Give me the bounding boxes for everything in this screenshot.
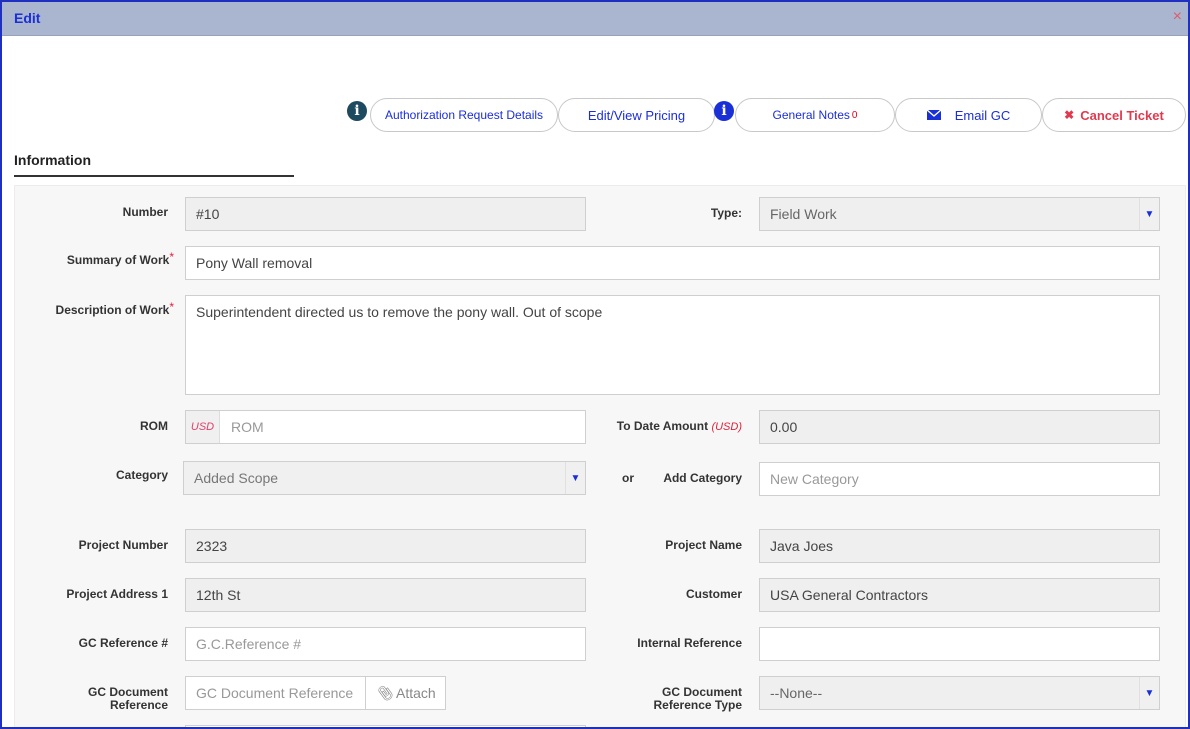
rom-label: ROM (140, 419, 168, 433)
chevron-down-icon: ▼ (1139, 198, 1159, 230)
close-icon[interactable]: × (1173, 8, 1182, 26)
dialog-titlebar: Edit × (2, 2, 1188, 36)
edit-dialog: Edit × i Authorization Request Details E… (0, 0, 1190, 729)
gc-reference-input[interactable]: G.C.Reference # (185, 627, 586, 661)
section-underline (14, 175, 294, 177)
general-notes-count: 0 (851, 109, 858, 121)
or-label: or (622, 471, 634, 485)
cancel-ticket-button[interactable]: ✖ Cancel Ticket (1042, 98, 1186, 132)
gc-document-type-label: GC Document Reference Type (602, 686, 742, 712)
rom-input[interactable]: USD ROM (185, 410, 586, 444)
new-category-placeholder: New Category (770, 471, 859, 487)
customer-value: USA General Contractors (770, 587, 928, 603)
project-number-label: Project Number (78, 538, 168, 552)
to-date-currency: (USD) (711, 421, 742, 433)
gc-reference-label: GC Reference # (78, 636, 168, 650)
envelope-icon (926, 108, 942, 123)
description-label-text: Description of Work (55, 303, 170, 317)
chevron-down-icon: ▼ (565, 462, 585, 494)
description-label: Description of Work* (22, 301, 174, 317)
chevron-down-icon: ▼ (1139, 677, 1159, 709)
gc-reference-placeholder: G.C.Reference # (196, 636, 302, 652)
summary-label-text: Summary of Work (66, 253, 170, 267)
x-icon: ✖ (1064, 108, 1075, 122)
required-marker: * (169, 300, 174, 314)
category-select[interactable]: Added Scope ▼ (183, 461, 586, 495)
number-label: Number (122, 205, 168, 219)
type-value: Field Work (770, 206, 837, 222)
paperclip-icon: 📎︎ (375, 684, 394, 701)
rom-placeholder: ROM (231, 419, 264, 435)
category-value: Added Scope (194, 470, 279, 486)
section-title: Information (14, 152, 91, 168)
cancel-ticket-label: Cancel Ticket (1080, 107, 1164, 123)
type-select[interactable]: Field Work ▼ (759, 197, 1160, 231)
required-marker: * (169, 250, 174, 264)
type-label: Type: (710, 206, 742, 220)
email-gc-label: Email GC (954, 107, 1011, 123)
gc-document-label: GC Document Reference (22, 686, 168, 712)
add-category-label: Add Category (663, 471, 742, 485)
customer-label: Customer (685, 587, 742, 601)
general-notes-label: General Notes (772, 108, 850, 122)
customer-field: USA General Contractors (759, 578, 1160, 612)
project-number-value: 2323 (196, 538, 228, 554)
description-value: Superintendent directed us to remove the… (196, 304, 603, 320)
info-icon[interactable]: i (714, 101, 734, 121)
new-category-input[interactable]: New Category (759, 462, 1160, 496)
gc-document-type-label-line2: Reference Type (653, 698, 742, 712)
project-address-field: 12th St (185, 578, 586, 612)
number-field: #10 (185, 197, 586, 231)
email-gc-button[interactable]: Email GC (895, 98, 1042, 132)
authorization-request-details-label: Authorization Request Details (384, 108, 544, 122)
general-notes-button[interactable]: General Notes 0 (735, 98, 895, 132)
to-date-amount-value: 0.00 (770, 419, 798, 435)
project-address-value: 12th St (196, 587, 241, 603)
number-value: #10 (196, 206, 220, 222)
next-row-input[interactable] (185, 725, 586, 727)
gc-document-placeholder: GC Document Reference (196, 685, 354, 701)
project-name-label: Project Name (665, 538, 742, 552)
info-icon[interactable]: i (347, 101, 367, 121)
internal-reference-label: Internal Reference (637, 636, 742, 650)
edit-view-pricing-label: Edit/View Pricing (587, 107, 686, 123)
internal-reference-input[interactable] (759, 627, 1160, 661)
authorization-request-details-button[interactable]: Authorization Request Details (370, 98, 558, 132)
gc-document-label-line2: Reference (109, 698, 168, 712)
project-name-field: Java Joes (759, 529, 1160, 563)
summary-value: Pony Wall removal (196, 255, 313, 271)
to-date-amount-field: 0.00 (759, 410, 1160, 444)
summary-input[interactable]: Pony Wall removal (185, 246, 1160, 280)
gc-document-type-value: --None-- (770, 685, 823, 701)
attach-button[interactable]: 📎︎ Attach (365, 676, 446, 710)
edit-view-pricing-button[interactable]: Edit/View Pricing (558, 98, 715, 132)
dialog-title: Edit (14, 10, 41, 26)
summary-label: Summary of Work* (22, 251, 174, 267)
to-date-amount-label-text: To Date Amount (616, 419, 709, 433)
attach-label: Attach (396, 685, 436, 701)
to-date-amount-label: To Date Amount (USD) (592, 420, 742, 434)
project-name-value: Java Joes (770, 538, 834, 554)
category-label: Category (115, 468, 168, 482)
gc-document-input[interactable]: GC Document Reference (185, 676, 366, 710)
project-number-field: 2323 (185, 529, 586, 563)
project-address-label: Project Address 1 (66, 587, 168, 601)
description-textarea[interactable]: Superintendent directed us to remove the… (185, 295, 1160, 395)
currency-tag: USD (186, 411, 220, 443)
gc-document-type-select[interactable]: --None-- ▼ (759, 676, 1160, 710)
